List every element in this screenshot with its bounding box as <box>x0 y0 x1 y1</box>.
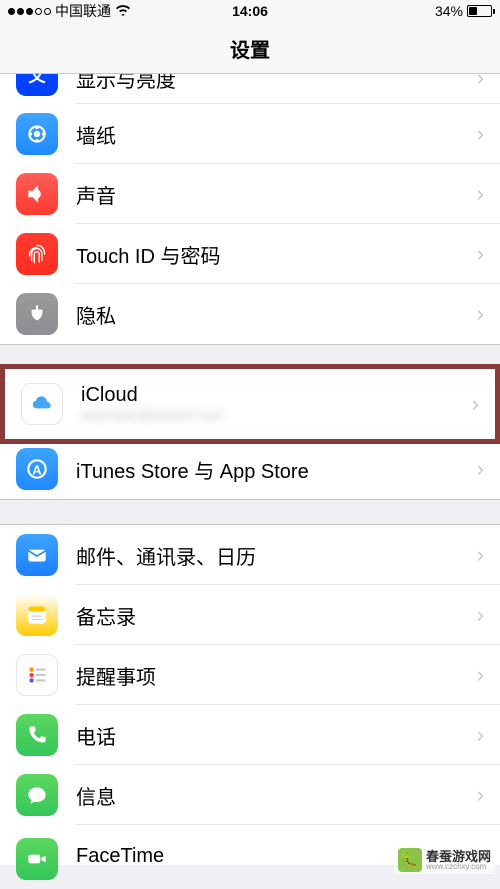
row-sounds[interactable]: 声音 › <box>0 164 500 224</box>
battery-icon <box>467 5 492 17</box>
row-phone[interactable]: 电话 › <box>0 705 500 765</box>
chevron-right-icon: › <box>477 456 484 482</box>
row-touchid[interactable]: Touch ID 与密码 › <box>0 224 500 284</box>
row-label: 邮件、通讯录、日历 <box>76 541 477 570</box>
sound-icon <box>16 173 58 215</box>
chevron-right-icon: › <box>477 241 484 267</box>
row-label: 提醒事项 <box>76 661 477 690</box>
row-label: 墙纸 <box>76 120 477 149</box>
icloud-icon <box>21 383 63 425</box>
display-brightness-icon: 文 <box>16 74 58 96</box>
row-label: 隐私 <box>76 300 477 329</box>
row-label: Touch ID 与密码 <box>76 240 477 269</box>
row-mail[interactable]: 邮件、通讯录、日历 › <box>0 525 500 585</box>
row-label: 声音 <box>76 180 477 209</box>
chevron-right-icon: › <box>477 542 484 568</box>
settings-group-general: 文 显示与亮度 › 墙纸 › 声音 › Touch ID 与密码 › <box>0 74 500 345</box>
chevron-right-icon: › <box>477 74 484 91</box>
battery-percentage: 34% <box>435 3 463 19</box>
row-label: iCloud <box>81 384 472 407</box>
svg-text:文: 文 <box>28 74 46 86</box>
reminders-icon <box>16 654 58 696</box>
status-right: 34% <box>435 3 492 19</box>
row-label: 电话 <box>76 721 477 750</box>
signal-strength-icon <box>8 8 51 15</box>
mail-icon <box>16 534 58 576</box>
facetime-icon <box>16 838 58 880</box>
watermark-title: 春蚕游戏网 <box>426 850 491 863</box>
row-itunes-appstore[interactable]: A iTunes Store 与 App Store › <box>0 439 500 499</box>
touchid-icon <box>16 233 58 275</box>
chevron-right-icon: › <box>477 662 484 688</box>
row-icloud[interactable]: iCloud example@icloud.com › <box>5 369 495 439</box>
appstore-icon: A <box>16 448 58 490</box>
chevron-right-icon: › <box>477 181 484 207</box>
settings-group-apps: 邮件、通讯录、日历 › 备忘录 › 提醒事项 › 电话 › <box>0 524 500 865</box>
svg-text:A: A <box>32 462 42 477</box>
page-title: 设置 <box>0 22 500 74</box>
notes-icon <box>16 594 58 636</box>
watermark: 🐛 春蚕游戏网 www.czchxy.com <box>394 846 495 874</box>
highlight-annotation: iCloud example@icloud.com › <box>0 364 500 444</box>
row-privacy[interactable]: 隐私 › <box>0 284 500 344</box>
row-label: 备忘录 <box>76 601 477 630</box>
chevron-right-icon: › <box>477 722 484 748</box>
row-label: iTunes Store 与 App Store <box>76 455 477 484</box>
row-label: 显示与亮度 <box>76 74 477 93</box>
chevron-right-icon: › <box>477 782 484 808</box>
row-label: 信息 <box>76 781 477 810</box>
wallpaper-icon <box>16 113 58 155</box>
chevron-right-icon: › <box>477 121 484 147</box>
chevron-right-icon: › <box>477 301 484 327</box>
watermark-icon: 🐛 <box>398 848 422 872</box>
status-left: 中国联通 <box>8 1 131 21</box>
status-bar: 中国联通 14:06 34% <box>0 0 500 22</box>
chevron-right-icon: › <box>477 602 484 628</box>
phone-icon <box>16 714 58 756</box>
privacy-icon <box>16 293 58 335</box>
wifi-icon <box>115 3 131 19</box>
chevron-right-icon: › <box>472 391 479 417</box>
row-wallpaper[interactable]: 墙纸 › <box>0 104 500 164</box>
carrier-label: 中国联通 <box>55 1 111 21</box>
row-notes[interactable]: 备忘录 › <box>0 585 500 645</box>
row-reminders[interactable]: 提醒事项 › <box>0 645 500 705</box>
row-display-brightness[interactable]: 文 显示与亮度 › <box>0 74 500 104</box>
row-messages[interactable]: 信息 › <box>0 765 500 825</box>
messages-icon <box>16 774 58 816</box>
row-subtitle: example@icloud.com <box>81 407 472 424</box>
watermark-url: www.czchxy.com <box>426 863 491 871</box>
settings-list[interactable]: 文 显示与亮度 › 墙纸 › 声音 › Touch ID 与密码 › <box>0 74 500 883</box>
